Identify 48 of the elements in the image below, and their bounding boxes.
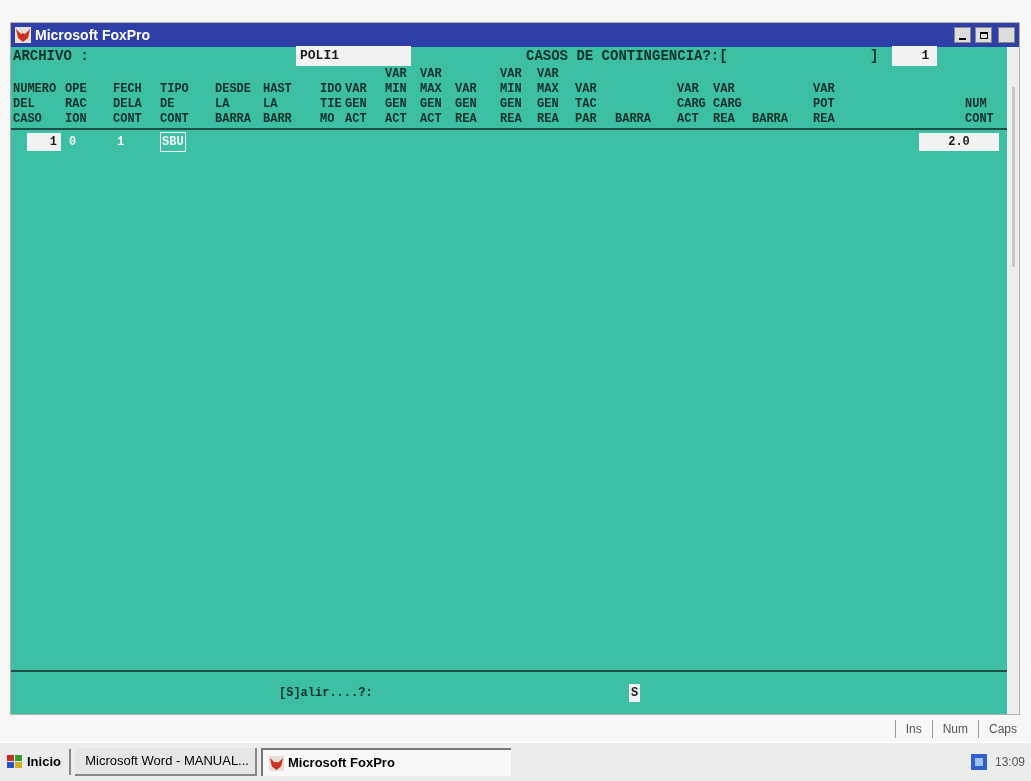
archivo-field[interactable]: POLI1 bbox=[296, 46, 411, 66]
table-cell: 1 bbox=[27, 133, 61, 151]
column-header: IDO TIE MO bbox=[320, 82, 343, 127]
column-header: VAR CARG ACT bbox=[677, 82, 707, 127]
column-header: VAR MIN GEN ACT bbox=[385, 67, 408, 127]
column-header: VAR MIN GEN REA bbox=[500, 67, 523, 127]
column-header: VAR GEN ACT bbox=[345, 82, 368, 127]
column-header: BARRA bbox=[615, 112, 652, 127]
archivo-label: ARCHIVO : bbox=[13, 46, 90, 66]
taskbar-button[interactable]: Microsoft FoxPro bbox=[260, 748, 511, 776]
column-header: VAR POT REA bbox=[813, 82, 836, 127]
table-cell: SBU bbox=[160, 132, 186, 152]
column-header: VAR TAC PAR bbox=[575, 82, 598, 127]
column-header: NUMERO DEL CASO bbox=[13, 82, 58, 127]
table-cell: 0 bbox=[69, 135, 77, 149]
column-header: VAR MAX GEN ACT bbox=[420, 67, 443, 127]
table-cell: 2.0 bbox=[919, 133, 999, 151]
status-indicator: Ins bbox=[894, 719, 932, 738]
start-button[interactable]: Inicio bbox=[6, 749, 71, 775]
scrollbar[interactable] bbox=[1007, 47, 1019, 714]
table-cell: 1 bbox=[117, 135, 125, 149]
column-header: DESDE LA BARRA bbox=[215, 82, 252, 127]
close-button[interactable] bbox=[998, 27, 1015, 43]
restore-button[interactable] bbox=[975, 27, 992, 43]
status-indicator: Num bbox=[931, 719, 978, 738]
column-header: FECH DELA CONT bbox=[113, 82, 143, 127]
column-header: VAR GEN REA bbox=[455, 82, 478, 127]
clock: 13:09 bbox=[994, 754, 1025, 771]
prompt-field[interactable]: S bbox=[629, 684, 641, 702]
bracket-text: ] bbox=[870, 46, 879, 66]
taskbar-button[interactable]: Microsoft Word - MANUAL... bbox=[74, 748, 257, 776]
fox-head-icon bbox=[15, 27, 31, 43]
prompt-label: [S]alir....?: bbox=[279, 685, 374, 702]
fox-head-icon bbox=[268, 755, 284, 771]
casos-field[interactable]: 1 bbox=[892, 46, 938, 66]
column-header: VAR MAX GEN REA bbox=[537, 67, 560, 127]
tray-icon bbox=[970, 754, 987, 770]
column-header: BARRA bbox=[752, 112, 789, 127]
column-header: HAST LA BARR bbox=[263, 82, 293, 127]
column-header: TIPO DE CONT bbox=[160, 82, 190, 127]
windows-flag-icon bbox=[6, 754, 24, 770]
casos-label: CASOS DE CONTINGENCIA?:[ bbox=[526, 46, 729, 66]
window-title: Microsoft FoxPro bbox=[35, 25, 151, 45]
column-header: OPE RAC ION bbox=[65, 82, 88, 127]
column-header: NUM CONT bbox=[965, 97, 995, 127]
status-indicator: Caps bbox=[978, 719, 1027, 738]
column-header: VAR CARG REA bbox=[713, 82, 743, 127]
minimize-button[interactable] bbox=[954, 27, 971, 43]
